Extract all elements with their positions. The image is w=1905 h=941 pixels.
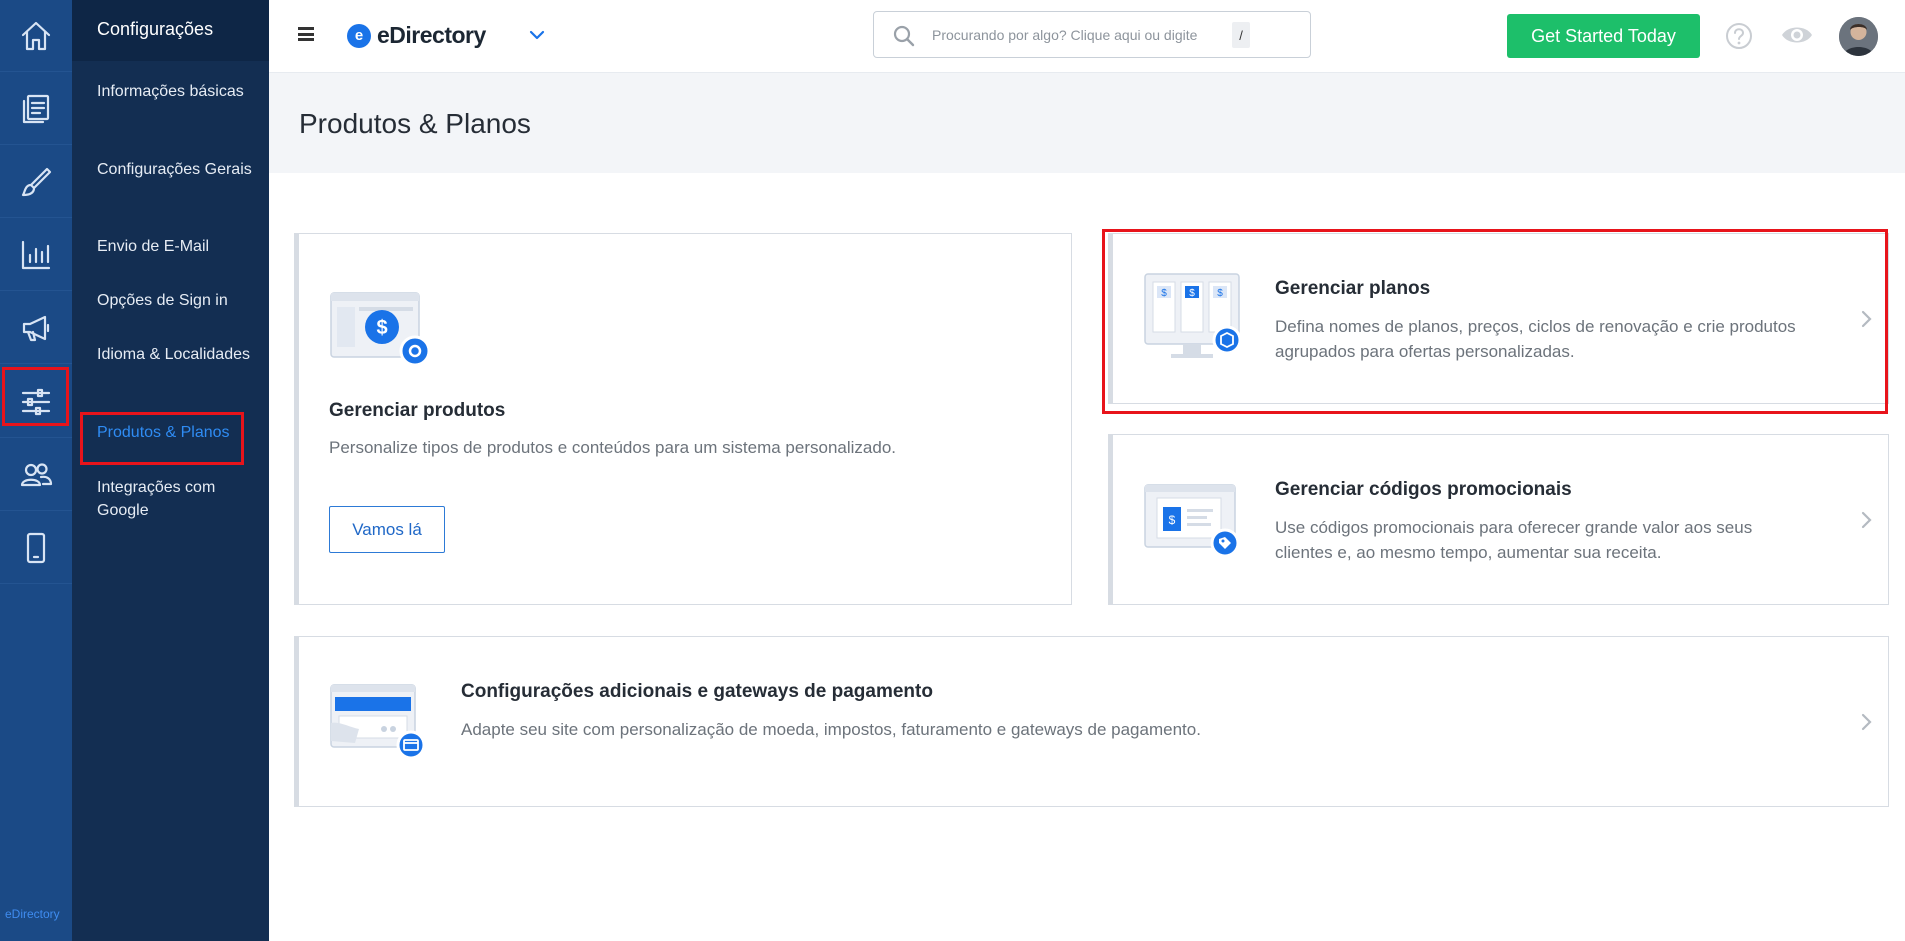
manage-products-title: Gerenciar produtos	[329, 400, 506, 421]
get-started-button[interactable]: Get Started Today	[1507, 14, 1700, 58]
user-avatar[interactable]	[1839, 17, 1878, 56]
mobile-icon	[26, 532, 46, 563]
manage-plans-description-line1: Defina nomes de planos, preços, ciclos d…	[1275, 317, 1796, 336]
sidebar-item-google-integrations[interactable]: Integrações com Google	[97, 476, 262, 522]
chevron-down-icon[interactable]	[528, 26, 546, 44]
manage-promo-codes-card[interactable]: $ Gerenciar códigos promocionais Use cód…	[1108, 434, 1889, 605]
search-placeholder: Procurando por algo? Clique aqui ou digi…	[932, 27, 1198, 43]
sidebar-item-email[interactable]: Envio de E-Mail	[97, 235, 262, 258]
search-icon	[893, 25, 915, 47]
settings-sidebar: Configurações Informações básicas Config…	[72, 0, 269, 941]
manage-plans-description: Defina nomes de planos, preços, ciclos d…	[1275, 314, 1835, 364]
manage-promo-codes-title: Gerenciar códigos promocionais	[1275, 479, 1572, 500]
manage-promo-codes-description-line2: clientes e, ao mesmo tempo, aumentar sua…	[1275, 543, 1662, 562]
design-icon	[21, 167, 52, 196]
settings-icon	[21, 388, 51, 415]
svg-text:$: $	[1169, 513, 1176, 527]
payment-settings-title: Configurações adicionais e gateways de p…	[461, 681, 933, 702]
search-shortcut-key: /	[1232, 22, 1250, 48]
users-icon	[20, 462, 53, 486]
preview-eye-icon[interactable]	[1780, 22, 1814, 48]
manage-plans-card[interactable]: $ $ $ Gerenciar planos Defina nomes de p…	[1108, 233, 1889, 404]
plans-illustration-icon: $ $ $	[1144, 273, 1242, 358]
svg-text:$: $	[376, 317, 387, 339]
page-title: Produtos & Planos	[299, 108, 531, 139]
help-icon[interactable]	[1724, 21, 1754, 51]
manage-promo-codes-description: Use códigos promocionais para oferecer g…	[1275, 515, 1835, 565]
home-icon	[21, 21, 51, 50]
payment-settings-description: Adapte seu site com personalização de mo…	[461, 720, 1201, 739]
top-bar: e eDirectory Procurando por algo? Clique…	[269, 0, 1905, 73]
rail-home[interactable]	[0, 0, 72, 72]
sidebar-item-products-plans[interactable]: Produtos & Planos	[97, 421, 262, 444]
page-header: Produtos & Planos	[269, 73, 1905, 173]
sidebar-item-general-settings[interactable]: Configurações Gerais	[97, 158, 262, 181]
brand-logo[interactable]: e eDirectory	[347, 22, 486, 49]
rail-footer-brand: eDirectory	[5, 907, 60, 921]
rail-settings[interactable]	[0, 366, 72, 438]
manage-products-card[interactable]: $ Gerenciar produtos Personalize tipos d…	[294, 233, 1072, 605]
svg-text:$: $	[1189, 288, 1195, 299]
payment-settings-card[interactable]: Configurações adicionais e gateways de p…	[294, 636, 1889, 807]
sidebar-item-sign-in[interactable]: Opções de Sign in	[97, 289, 262, 312]
promo-codes-illustration-icon: $	[1144, 484, 1240, 558]
hamburger-menu-icon[interactable]	[298, 27, 314, 41]
sidebar-title: Configurações	[72, 0, 269, 61]
rail-design[interactable]	[0, 146, 72, 218]
logo-mark: e	[347, 23, 371, 48]
chevron-right-icon	[1861, 511, 1872, 529]
payment-gateways-illustration-icon	[330, 684, 426, 760]
sidebar-item-basic-info[interactable]: Informações básicas	[97, 80, 262, 103]
sidebar-item-language[interactable]: Idioma & Localidades	[97, 343, 262, 366]
chevron-right-icon	[1861, 310, 1872, 328]
avatar-image	[1839, 17, 1878, 56]
content-icon	[22, 94, 50, 123]
manage-plans-title: Gerenciar planos	[1275, 278, 1431, 299]
rail-mobile[interactable]	[0, 512, 72, 584]
rail-users[interactable]	[0, 439, 72, 511]
lets-go-button[interactable]: Vamos lá	[329, 506, 445, 553]
search-input[interactable]: Procurando por algo? Clique aqui ou digi…	[873, 11, 1311, 58]
manage-promo-codes-description-line1: Use códigos promocionais para oferecer g…	[1275, 518, 1753, 537]
chevron-right-icon	[1861, 713, 1872, 731]
rail-reports[interactable]	[0, 219, 72, 291]
svg-text:$: $	[1161, 288, 1167, 299]
manage-products-description: Personalize tipos de produtos e conteúdo…	[329, 438, 897, 457]
icon-rail: eDirectory	[0, 0, 72, 941]
rail-promote[interactable]	[0, 292, 72, 364]
svg-text:$: $	[1217, 288, 1223, 299]
manage-plans-description-line2: agrupados para ofertas personalizadas.	[1275, 342, 1575, 361]
reports-icon	[21, 240, 51, 269]
brand-name: eDirectory	[377, 22, 486, 48]
promote-icon	[22, 315, 50, 341]
rail-content[interactable]	[0, 73, 72, 145]
products-illustration-icon: $	[330, 292, 431, 367]
